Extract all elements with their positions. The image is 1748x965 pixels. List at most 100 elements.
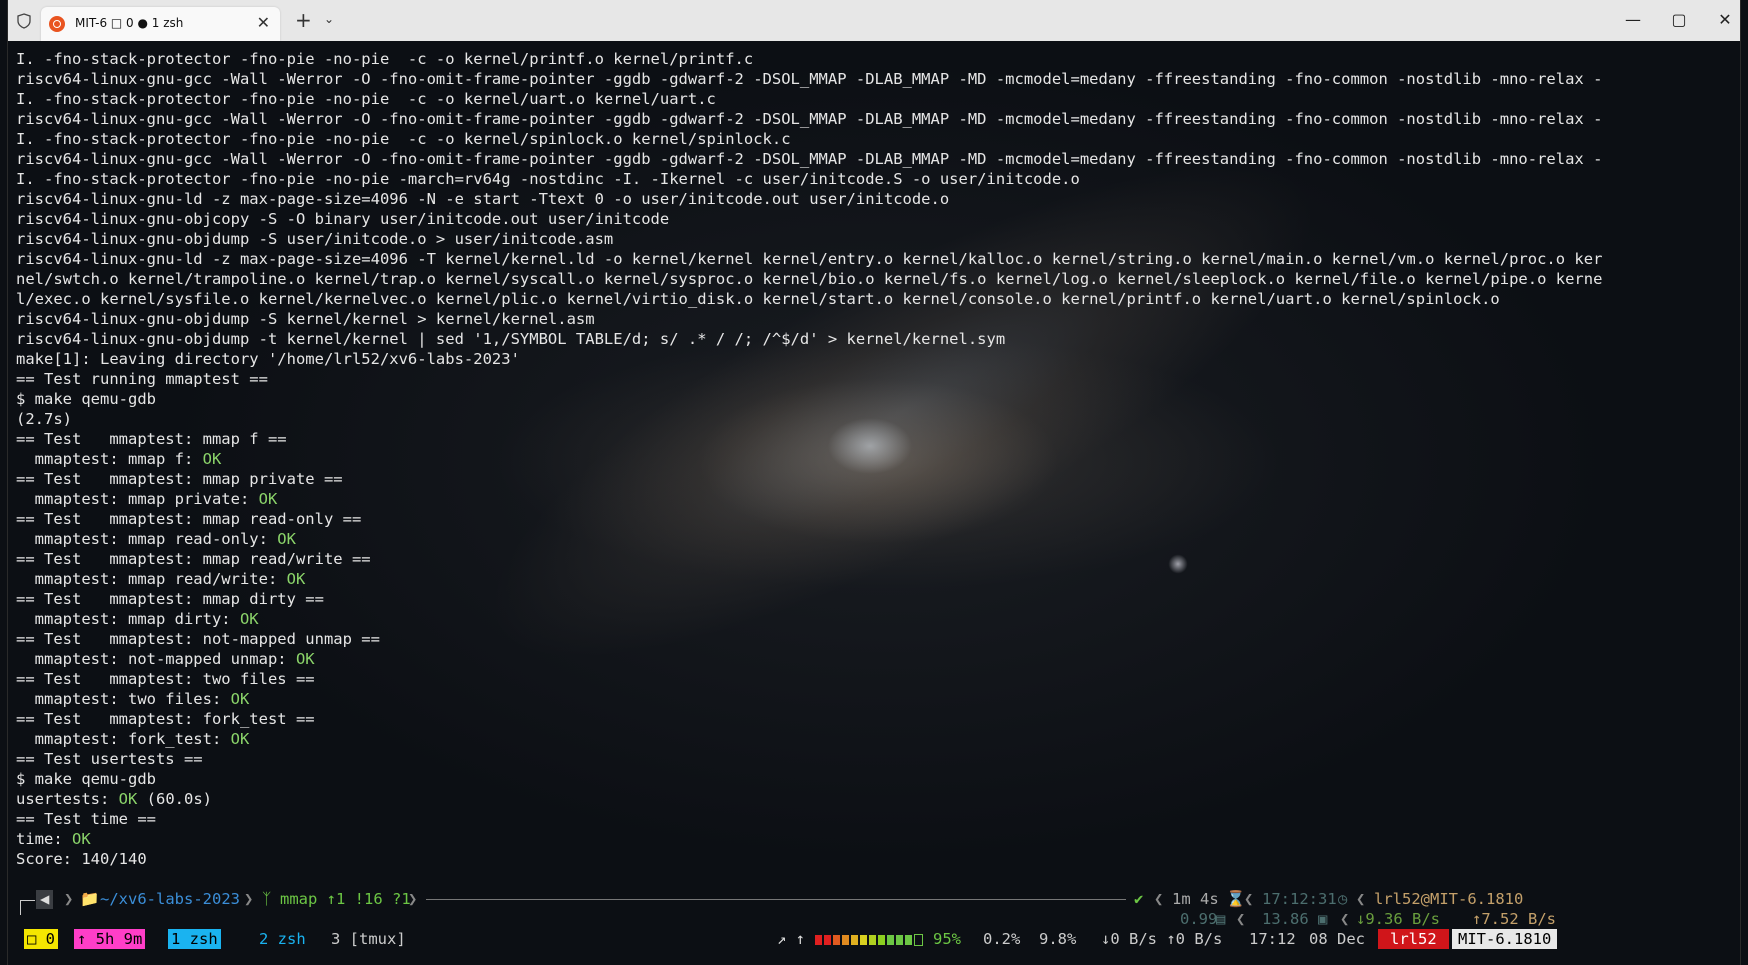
line-text: l/exec.o kernel/sysfile.o kernel/kernelv… [16, 290, 1500, 308]
terminal-line: I. -fno-stack-protector -fno-pie -no-pie… [16, 129, 1602, 149]
tmux-user: lrl52 [1378, 929, 1449, 949]
tmux-window-1[interactable]: 1 zsh [168, 929, 221, 949]
terminal-line: riscv64-linux-gnu-gcc -Wall -Werror -O -… [16, 109, 1602, 129]
line-text: mmaptest: fork_test: [16, 730, 231, 748]
prompt-user-host: lrl52@MIT-6.1810 [1374, 890, 1524, 908]
terminal-line: riscv64-linux-gnu-gcc -Wall -Werror -O -… [16, 69, 1602, 89]
line-text: riscv64-linux-gnu-ld -z max-page-size=40… [16, 190, 950, 208]
tmux-session-name: 0 [45, 930, 56, 948]
close-button[interactable]: ✕ [1702, 10, 1740, 29]
line-text: == Test usertests == [16, 750, 203, 768]
terminal-line: == Test mmaptest: not-mapped unmap == [16, 629, 1602, 649]
terminal-line: mmaptest: mmap dirty: OK [16, 609, 1602, 629]
terminal-line: mmaptest: fork_test: OK [16, 729, 1602, 749]
memory-icon: ▣ [1318, 910, 1328, 928]
terminal-line: riscv64-linux-gnu-objdump -S kernel/kern… [16, 309, 1602, 329]
line-text: nel/swtch.o kernel/trampoline.o kernel/t… [16, 270, 1603, 288]
terminal-line: mmaptest: mmap read/write: OK [16, 569, 1602, 589]
prompt-separator-4: ❮ [1154, 890, 1164, 908]
prompt-os-icon: ◀ [36, 890, 54, 909]
line-text: $ make qemu-gdb [16, 770, 156, 788]
tmux-time: 17:12 [1249, 930, 1296, 948]
battery-segment [887, 934, 894, 945]
terminal-line: nel/swtch.o kernel/trampoline.o kernel/t… [16, 269, 1602, 289]
terminal-line: I. -fno-stack-protector -fno-pie -no-pie… [16, 89, 1602, 109]
line-text: == Test running mmaptest == [16, 370, 268, 388]
terminal-line: mmaptest: mmap read-only: OK [16, 529, 1602, 549]
prompt-duration: 1m 4s [1172, 890, 1219, 908]
line-text: mmaptest: mmap f: [16, 450, 203, 468]
tmux-window-2[interactable]: 2 zsh [256, 929, 309, 949]
git-branch-icon: ᛉ [262, 890, 272, 908]
terminal-line: == Test mmaptest: two files == [16, 669, 1602, 689]
line-text: == Test mmaptest: mmap read/write == [16, 550, 371, 568]
tmux-session[interactable]: □ 0 [24, 929, 59, 949]
tab-close-icon[interactable]: ✕ [257, 13, 270, 32]
line-text: riscv64-linux-gnu-objcopy -S -O binary u… [16, 210, 670, 228]
battery-segment [878, 934, 885, 945]
prompt-net-down: ↓9.36 B/s [1356, 910, 1440, 928]
terminal-line: == Test running mmaptest == [16, 369, 1602, 389]
battery-segment [896, 934, 903, 945]
terminal-line: riscv64-linux-gnu-objdump -S user/initco… [16, 229, 1602, 249]
line-text: Score: 140/140 [16, 850, 147, 868]
line-text: riscv64-linux-gnu-ld -z max-page-size=40… [16, 250, 1603, 268]
terminal-output: I. -fno-stack-protector -fno-pie -no-pie… [16, 49, 1602, 869]
tmux-status-bar: □ 0 ↑ 5h 9m 1 zsh 2 zsh 3 [tmux] ↗ ↑ 95%… [16, 929, 1726, 949]
battery-segment [842, 934, 849, 945]
battery-segment [905, 934, 912, 945]
terminal-tab[interactable]: MIT-6 □ 0 ● 1 zsh ✕ [41, 7, 280, 41]
line-text: == Test mmaptest: two files == [16, 670, 315, 688]
line-text: == Test mmaptest: fork_test == [16, 710, 315, 728]
line-text: == Test mmaptest: mmap f == [16, 430, 287, 448]
folder-icon: 📁 [80, 890, 100, 908]
terminal-line: $ make qemu-gdb [16, 389, 1602, 409]
battery-segment [914, 933, 923, 946]
line-text: time: [16, 830, 72, 848]
test-ok-label: OK [118, 790, 138, 808]
terminal-line: I. -fno-stack-protector -fno-pie -no-pie… [16, 49, 1602, 69]
line-text: I. -fno-stack-protector -fno-pie -no-pie… [16, 170, 1080, 188]
tmux-arrows: ↗ ↑ [777, 930, 805, 948]
terminal-line: make[1]: Leaving directory '/home/lrl52/… [16, 349, 1602, 369]
chevron-down-icon[interactable]: ⌄ [324, 12, 334, 26]
terminal-line: riscv64-linux-gnu-objdump -t kernel/kern… [16, 329, 1602, 349]
maximize-button[interactable]: ▢ [1656, 10, 1702, 29]
terminal-line: == Test mmaptest: mmap f == [16, 429, 1602, 449]
terminal-line: $ make qemu-gdb [16, 769, 1602, 789]
line-text: mmaptest: mmap dirty: [16, 610, 240, 628]
hourglass-icon: ⌛ [1226, 890, 1246, 908]
shield-icon[interactable] [16, 13, 32, 29]
cursor-corner [20, 900, 35, 915]
ubuntu-icon [49, 16, 65, 32]
line-text: mmaptest: mmap private: [16, 490, 259, 508]
line-text: == Test mmaptest: mmap read-only == [16, 510, 362, 528]
minimize-button[interactable]: — [1610, 10, 1656, 29]
prompt-separator-7: ❮ [1236, 910, 1246, 928]
terminal-line: riscv64-linux-gnu-ld -z max-page-size=40… [16, 249, 1602, 269]
prompt-second-line: 0.99 ▤ ❮ 13.86 ▣ ❮ ↓9.36 B/s ↑7.52 B/s [36, 910, 1736, 929]
terminal-line: usertests: OK (60.0s) [16, 789, 1602, 809]
prompt-separator-8: ❮ [1340, 910, 1350, 928]
test-ok-label: OK [72, 830, 91, 848]
status-ok-icon: ✔ [1134, 890, 1144, 908]
tmux-window-3[interactable]: 3 [tmux] [328, 929, 409, 949]
prompt-separator-5: ❮ [1244, 890, 1254, 908]
line-text: riscv64-linux-gnu-objdump -t kernel/kern… [16, 330, 1006, 348]
terminal-line: mmaptest: mmap private: OK [16, 489, 1602, 509]
tab-title: MIT-6 □ 0 ● 1 zsh [75, 16, 184, 30]
new-tab-button[interactable]: + [295, 10, 312, 30]
test-ok-label: OK [258, 490, 278, 508]
line-text: mmaptest: not-mapped unmap: [16, 650, 296, 668]
prompt-filler-rule [426, 899, 1126, 900]
line-text: riscv64-linux-gnu-objdump -S kernel/kern… [16, 310, 595, 328]
line-text: (2.7s) [16, 410, 72, 428]
tmux-date: 08 Dec [1309, 930, 1365, 948]
battery-segment [815, 934, 822, 945]
line-text: usertests: [16, 790, 119, 808]
tmux-uptime: ↑ 5h 9m [74, 929, 146, 949]
terminal-line: (2.7s) [16, 409, 1602, 429]
load-icon: ▤ [1216, 910, 1226, 928]
prompt-separator-6: ❮ [1356, 890, 1366, 908]
terminal-line: Score: 140/140 [16, 849, 1602, 869]
